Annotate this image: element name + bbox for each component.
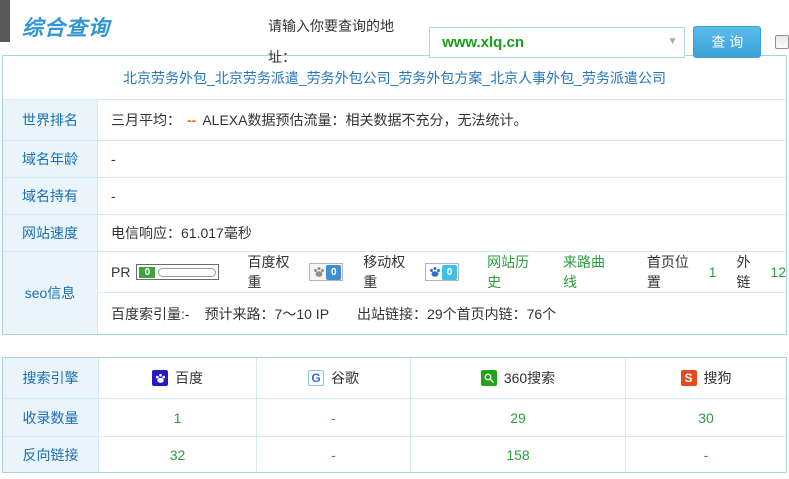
world-rank-value: 三月平均： -- ALEXA数据预估流量：相关数据不充分，无法统计。 <box>98 100 786 140</box>
pagerank: PR 0 <box>111 264 219 280</box>
sogou-icon: S <box>681 370 697 386</box>
table-row: 世界排名 三月平均： -- ALEXA数据预估流量：相关数据不充分，无法统计。 <box>3 99 786 140</box>
baidu-index: 百度索引量:- <box>111 304 190 324</box>
homepage-position: 首页位置 1 <box>647 252 717 292</box>
world-rank-label: 世界排名 <box>3 100 98 140</box>
table-row: 域名持有 - <box>3 177 786 214</box>
backlinks-row-label: 反向链接 <box>3 436 98 472</box>
baidu-weight-badge: 0 <box>309 263 343 281</box>
google-icon: G <box>308 370 324 386</box>
engine-google: G 谷歌 <box>256 358 410 398</box>
backlinks-baidu: 32 <box>98 436 256 472</box>
indexed-google: - <box>256 398 410 436</box>
mobile-weight: 移动权重 0 <box>363 252 459 292</box>
paw-icon <box>427 265 442 280</box>
query-button[interactable]: 查 询 <box>693 26 761 58</box>
domain-holder-label: 域名持有 <box>3 178 98 214</box>
chevron-down-icon[interactable]: ▼ <box>668 36 678 47</box>
rank-dash: -- <box>187 112 196 128</box>
engines-row-label: 搜索引擎 <box>3 358 98 398</box>
site-info-table: 北京劳务外包_北京劳务派遣_劳务外包公司_劳务外包方案_北京人事外包_劳务派遣公… <box>2 55 787 335</box>
indexed-360: 29 <box>410 398 625 436</box>
search-label: 请输入你要查询的地址： <box>268 11 421 73</box>
domain-holder-value: - <box>98 178 786 214</box>
pagerank-bar: 0 <box>136 264 219 280</box>
site-speed-value: 电信响应：61.017毫秒 <box>98 215 786 251</box>
indexed-row-label: 收录数量 <box>3 398 98 436</box>
baidu-weight: 百度权重 0 <box>247 252 343 292</box>
domain-age-label: 域名年龄 <box>3 141 98 177</box>
backlinks-360: 158 <box>410 436 625 472</box>
table-row: 域名年龄 - <box>3 140 786 177</box>
engine-360: 360搜索 <box>410 358 625 398</box>
indexed-sogou: 30 <box>625 398 786 436</box>
seo-label: seo信息 <box>3 252 98 334</box>
search-input[interactable] <box>429 27 685 58</box>
360-search-icon <box>481 370 497 386</box>
title-accent-bar <box>0 0 10 42</box>
backlinks-sogou: - <box>625 436 786 472</box>
baidu-icon <box>152 370 168 386</box>
header-checkbox[interactable] <box>775 35 789 49</box>
table-row: 网站速度 电信响应：61.017毫秒 <box>3 214 786 251</box>
outbound-links: 出站链接：29个首页内链：76个 <box>357 304 556 324</box>
backlinks-google: - <box>256 436 410 472</box>
domain-age-value: - <box>98 141 786 177</box>
search-input-wrap: ▼ <box>429 27 685 58</box>
search-engines-table: 搜索引擎 百度 G 谷歌 360搜索 S 搜狗 收录数量 1 - 29 30 反… <box>2 357 787 473</box>
outlinks: 外链 12 <box>737 252 786 292</box>
site-history-link[interactable]: 网站历史 <box>487 252 543 292</box>
seo-line-1: PR 0 百度权重 0 移动权重 <box>98 252 786 292</box>
traffic-curve-link[interactable]: 来路曲线 <box>563 252 619 292</box>
estimated-traffic: 预计来路：7～10 IP <box>205 304 329 324</box>
pagerank-track <box>158 268 216 277</box>
paw-icon <box>311 265 326 280</box>
engine-baidu: 百度 <box>98 358 256 398</box>
header: 综合查询 请输入你要查询的地址： ▼ 查 询 <box>0 0 789 55</box>
seo-row: seo信息 PR 0 百度权重 0 <box>3 251 786 334</box>
indexed-baidu: 1 <box>98 398 256 436</box>
search-form: 请输入你要查询的地址： ▼ 查 询 <box>268 11 789 73</box>
page-title: 综合查询 <box>22 12 110 42</box>
site-speed-label: 网站速度 <box>3 215 98 251</box>
engine-sogou: S 搜狗 <box>625 358 786 398</box>
seo-line-2: 百度索引量:- 预计来路：7～10 IP 出站链接：29个首页内链：76个 <box>98 292 786 334</box>
mobile-weight-badge: 0 <box>425 263 459 281</box>
